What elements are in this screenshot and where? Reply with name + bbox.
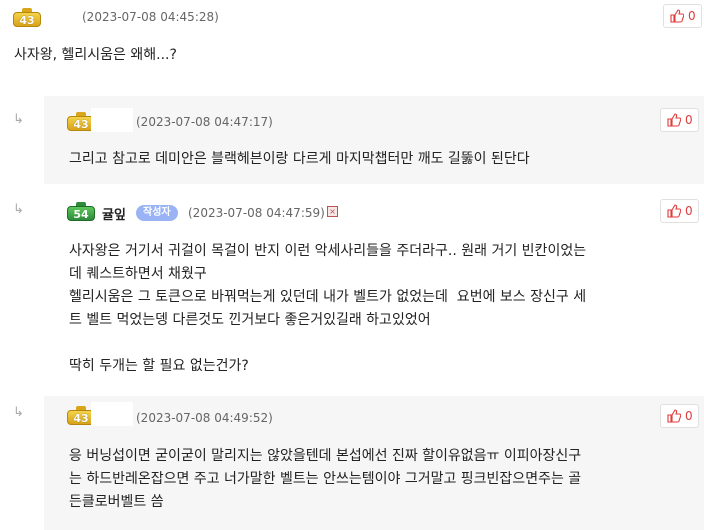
level-badge-icon: 54	[67, 202, 95, 222]
reply-arrow-icon: ↳	[13, 112, 24, 127]
like-button[interactable]: 0	[660, 404, 699, 428]
comment-timestamp: (2023-07-08 04:49:52)	[136, 411, 273, 425]
reply-arrow-icon: ↳	[13, 202, 24, 217]
delete-x-icon[interactable]: ×	[327, 206, 338, 217]
comment-text: 사자왕, 헬리시움은 왜해...?	[14, 47, 177, 63]
comment-text: 응 버닝섭이면 굳이굳이 말리지는 않았을텐데 본섭에선 진짜 할이유없음ㅠ 이…	[69, 448, 582, 510]
like-count: 0	[685, 113, 693, 127]
comment-timestamp: (2023-07-08 04:47:17)	[136, 115, 273, 129]
comment-timestamp: (2023-07-08 04:47:59)	[188, 206, 325, 220]
author-name[interactable]: 귤잎	[102, 204, 126, 223]
like-count: 0	[685, 409, 693, 423]
comment-text: 그리고 참고로 데미안은 블랙헤븐이랑 다르게 마지막챕터만 깨도 길뚫이 된단…	[69, 151, 530, 167]
username-hidden	[91, 108, 133, 132]
author-badge: 작성자	[136, 205, 178, 221]
thumbs-up-icon	[667, 409, 681, 423]
like-button[interactable]: 0	[660, 199, 699, 223]
comment-text: 사자왕은 거기서 귀걸이 목걸이 반지 이런 악세사리들을 주더라구.. 원래 …	[69, 243, 587, 374]
thumbs-up-icon	[667, 113, 681, 127]
thumbs-up-icon	[670, 9, 684, 23]
username-hidden	[91, 402, 133, 426]
level-badge-icon: 43	[13, 8, 41, 28]
like-count: 0	[688, 9, 696, 23]
reply-arrow-icon: ↳	[13, 405, 24, 420]
like-button[interactable]: 0	[660, 108, 699, 132]
username-hidden	[42, 5, 84, 29]
like-count: 0	[685, 204, 693, 218]
thumbs-up-icon	[667, 204, 681, 218]
comment-timestamp: (2023-07-08 04:45:28)	[82, 10, 219, 24]
like-button[interactable]: 0	[663, 4, 702, 28]
